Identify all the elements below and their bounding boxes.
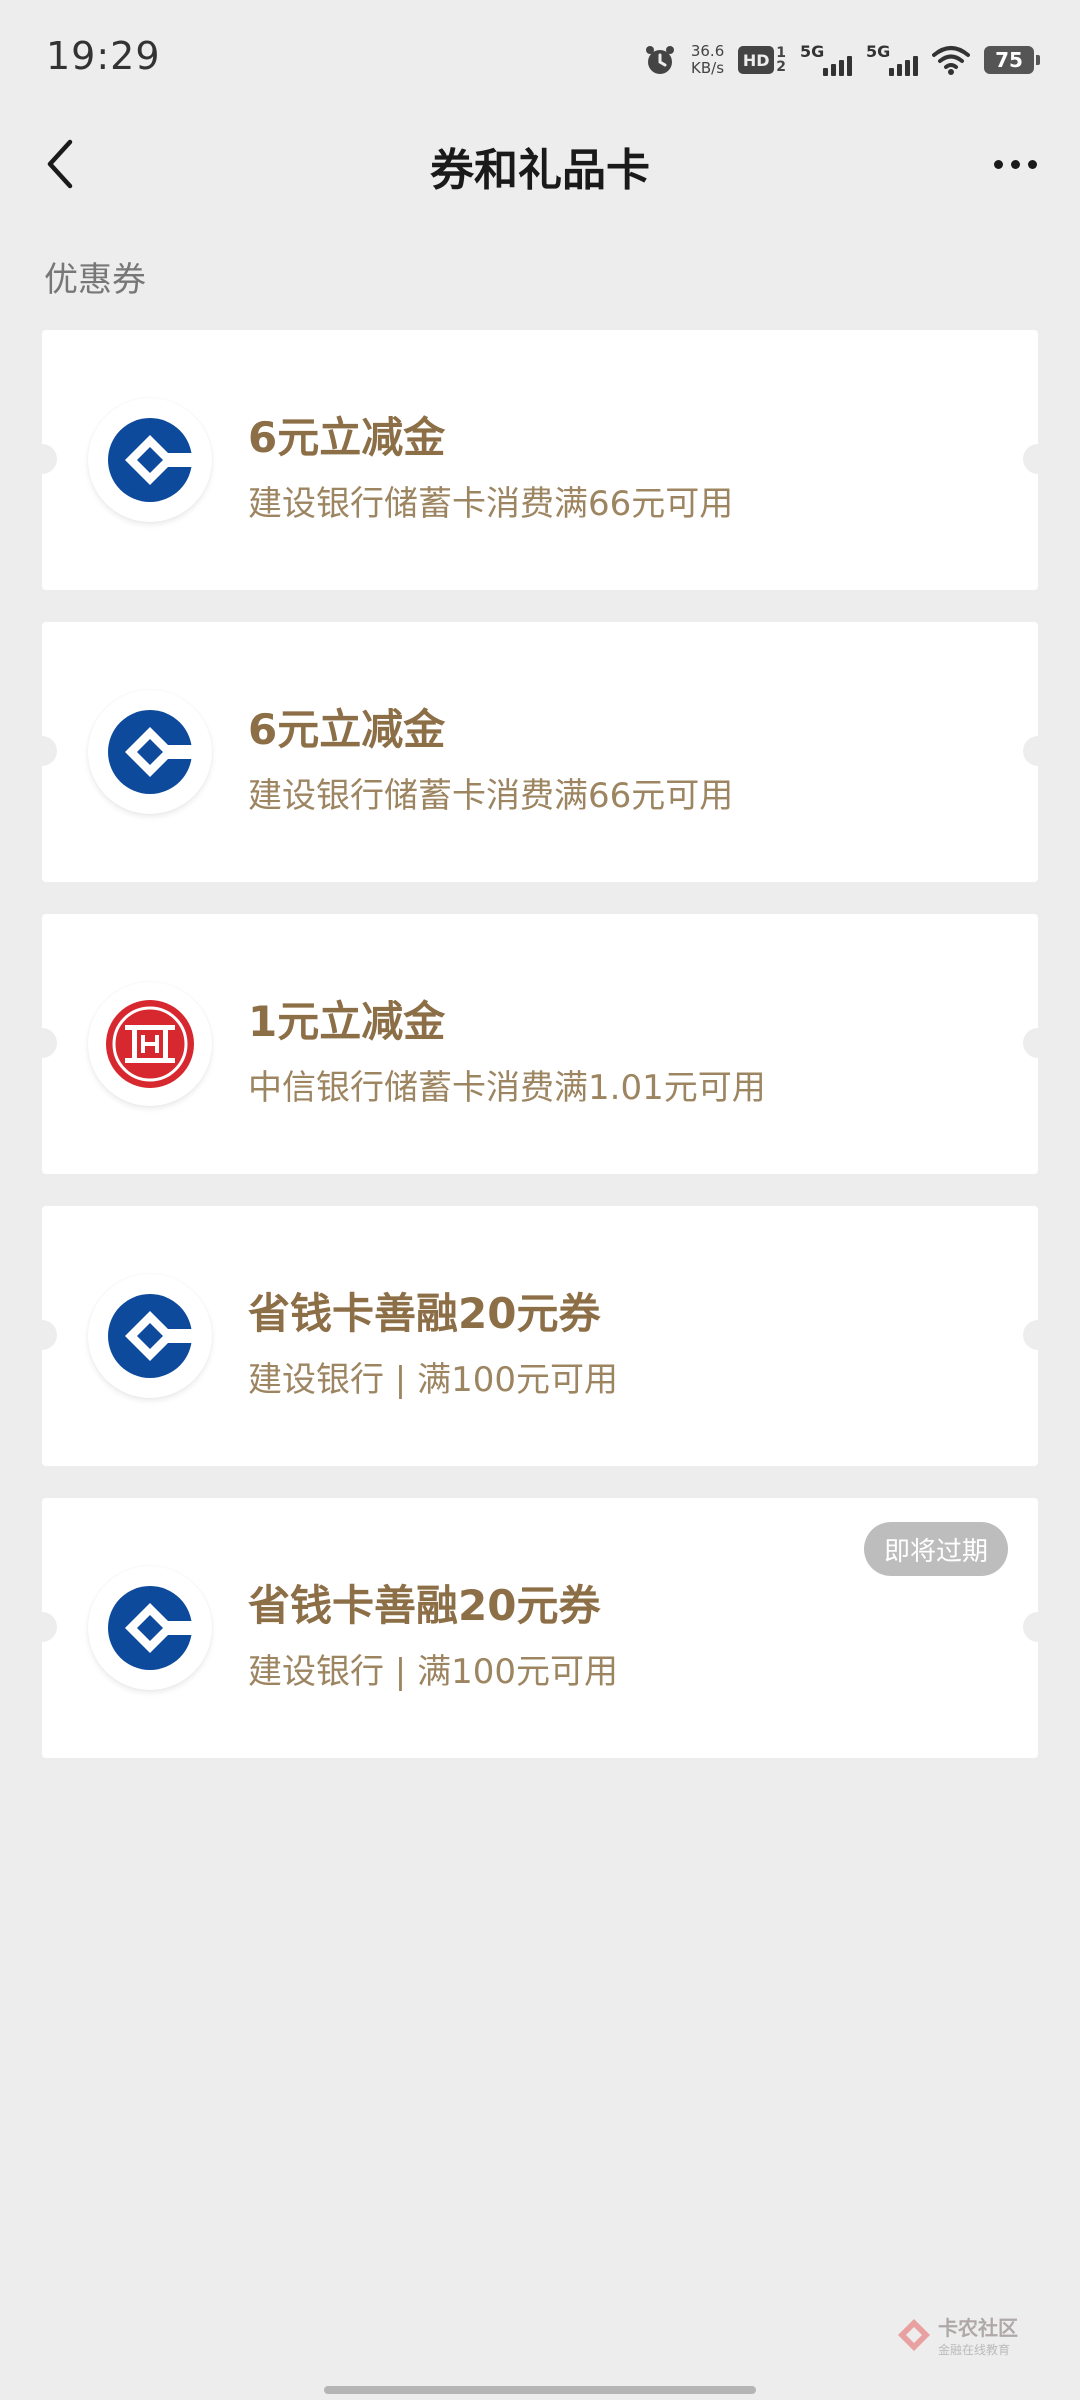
more-options-button[interactable]	[980, 134, 1050, 194]
coupon-card[interactable]: 6元立减金 建设银行储蓄卡消费满66元可用	[27, 622, 1053, 882]
coupon-title: 省钱卡善融20元券	[248, 1581, 601, 1630]
ccb-logo-icon	[88, 398, 212, 522]
wifi-icon	[932, 45, 970, 75]
battery-icon: 75	[984, 46, 1040, 74]
citic-logo-icon	[88, 982, 212, 1106]
status-icons: 36.6 KB/s HD 1 2 5G 5G 75	[643, 36, 1040, 84]
status-time: 19:29	[46, 34, 161, 78]
network-type-2: 5G	[866, 42, 891, 61]
coupon-desc: 建设银行 | 满100元可用	[248, 1652, 618, 1692]
ccb-logo-icon	[88, 1274, 212, 1398]
watermark-logo-icon	[898, 2319, 930, 2351]
coupon-title: 省钱卡善融20元券	[248, 1289, 601, 1338]
more-dots-icon	[993, 159, 1003, 169]
signal-icon-2: 5G	[866, 42, 918, 78]
signal-icon: 5G	[800, 42, 852, 78]
coupon-title: 1元立减金	[248, 997, 446, 1046]
battery-level: 75	[984, 46, 1034, 74]
alarm-icon	[643, 43, 677, 77]
coupon-card[interactable]: 6元立减金 建设银行储蓄卡消费满66元可用	[27, 330, 1053, 590]
expiring-soon-badge: 即将过期	[863, 1522, 1008, 1576]
ccb-logo-icon	[88, 1566, 212, 1690]
hd-badge: HD	[738, 46, 775, 74]
network-speed: 36.6 KB/s	[691, 43, 724, 77]
coupon-desc: 建设银行 | 满100元可用	[248, 1360, 618, 1400]
coupon-desc: 建设银行储蓄卡消费满66元可用	[248, 776, 734, 816]
coupon-card[interactable]: 1元立减金 中信银行储蓄卡消费满1.01元可用	[27, 914, 1053, 1174]
home-indicator[interactable]	[324, 2386, 756, 2394]
coupon-desc: 建设银行储蓄卡消费满66元可用	[248, 484, 734, 524]
network-type-1: 5G	[800, 42, 825, 61]
coupon-title: 6元立减金	[248, 705, 446, 754]
network-speed-value: 36.6	[690, 42, 725, 60]
coupon-list: 6元立减金 建设银行储蓄卡消费满66元可用 6元立减金 建设银行储蓄卡消费满66…	[27, 330, 1053, 1790]
coupon-desc: 中信银行储蓄卡消费满1.01元可用	[248, 1068, 766, 1108]
coupon-card[interactable]: 省钱卡善融20元券 建设银行 | 满100元可用 即将过期	[27, 1498, 1053, 1758]
nav-bar: 券和礼品卡	[0, 118, 1080, 208]
network-speed-unit: KB/s	[691, 59, 725, 77]
watermark-sub: 金融在线教育	[938, 2343, 1011, 2357]
watermark-main: 卡农社区	[938, 2316, 1018, 2340]
sim-2: 2	[776, 59, 786, 75]
ccb-logo-icon	[88, 690, 212, 814]
page-title: 券和礼品卡	[430, 145, 650, 196]
coupon-card[interactable]: 省钱卡善融20元券 建设银行 | 满100元可用	[27, 1206, 1053, 1466]
coupon-title: 6元立减金	[248, 413, 446, 462]
section-label: 优惠券	[44, 260, 146, 300]
watermark: 卡农社区 金融在线教育	[896, 2312, 1018, 2358]
status-bar: 19:29 36.6 KB/s HD 1 2 5G 5G 75	[0, 0, 1080, 118]
hd-indicator: HD 1 2	[738, 46, 786, 74]
sim-slots: 1 2	[774, 46, 786, 74]
sim-1: 1	[776, 45, 786, 61]
